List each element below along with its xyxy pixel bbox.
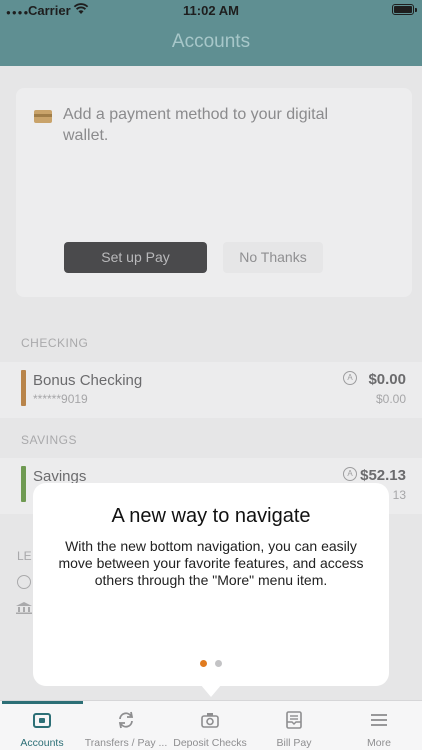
available-balance-icon: A <box>343 467 357 481</box>
tab-accounts[interactable]: Accounts <box>0 701 84 750</box>
account-balance-secondary: 13 <box>392 488 406 502</box>
wallet-card: Add a payment method to your digital wal… <box>16 88 412 297</box>
credit-card-icon <box>34 110 52 123</box>
bottom-tab-bar: Accounts Transfers / Pay ... Deposit Che… <box>0 700 422 750</box>
account-row-bonus-checking[interactable]: Bonus Checking ******9019 A $0.00 $0.00 <box>0 362 422 418</box>
account-color-bar <box>21 466 26 502</box>
info-circle-icon <box>17 575 31 589</box>
menu-icon <box>371 714 387 726</box>
tab-deposit-checks[interactable]: Deposit Checks <box>168 701 252 750</box>
account-number: ******9019 <box>33 392 88 406</box>
camera-icon <box>201 713 219 728</box>
clock: 11:02 AM <box>183 3 239 18</box>
tab-transfers[interactable]: Transfers / Pay ... <box>84 701 168 750</box>
popup-title: A new way to navigate <box>111 505 311 527</box>
section-label-savings: SAVINGS <box>21 433 77 447</box>
tab-bill-pay[interactable]: Bill Pay <box>252 701 336 750</box>
tab-label: More <box>367 737 391 749</box>
section-label-partial: LE <box>17 549 32 563</box>
battery-icon <box>392 4 417 15</box>
bill-icon <box>286 711 302 729</box>
page-title: Accounts <box>171 31 251 52</box>
transfer-arrows-icon <box>118 711 134 729</box>
bank-icon <box>16 602 32 614</box>
tab-more[interactable]: More <box>337 701 421 750</box>
no-thanks-button[interactable]: No Thanks <box>223 242 323 273</box>
header: ●●●● Carrier 11:02 AM Accounts <box>0 0 422 66</box>
wallet-message: Add a payment method to your digital wal… <box>63 106 329 144</box>
tab-label: Accounts <box>20 737 64 749</box>
tab-label: Transfers / Pay ... <box>84 737 168 749</box>
popup-pointer <box>200 684 222 697</box>
setup-apple-pay-button[interactable]: Set up Pay <box>64 242 207 273</box>
page-dot[interactable] <box>215 660 222 667</box>
status-bar: ●●●● Carrier 11:02 AM <box>0 0 422 22</box>
page-dot-active[interactable] <box>200 660 207 667</box>
popup-body: With the new bottom navigation, you can … <box>58 538 364 588</box>
tab-label: Deposit Checks <box>173 737 247 749</box>
account-balance: $52.13 <box>360 467 406 484</box>
wallet-icon <box>33 713 51 728</box>
tab-label: Bill Pay <box>276 737 312 749</box>
account-balance-secondary: $0.00 <box>375 392 406 406</box>
available-balance-icon: A <box>343 371 357 385</box>
section-label-checking: CHECKING <box>21 336 89 350</box>
navigation-tip-popup[interactable]: A new way to navigate With the new botto… <box>33 483 389 686</box>
account-balance: $0.00 <box>368 371 406 388</box>
account-name: Bonus Checking <box>33 372 143 389</box>
account-color-bar <box>21 370 26 406</box>
